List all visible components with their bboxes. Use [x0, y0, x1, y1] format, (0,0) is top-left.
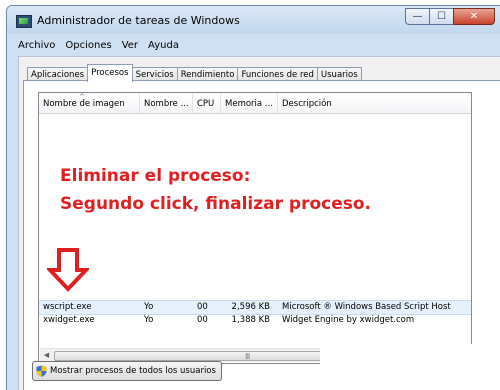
uac-shield-icon	[36, 365, 47, 377]
process-cpu: 00	[197, 315, 208, 325]
client-area: Aplicaciones Procesos Servicios Rendimie…	[18, 56, 500, 390]
tab-procesos[interactable]: Procesos	[87, 64, 133, 82]
maximize-button[interactable]: ☐	[429, 8, 454, 25]
process-cpu: 00	[197, 302, 208, 312]
annotation-line-2: Segundo click, finalizar proceso.	[60, 194, 371, 214]
menu-ver[interactable]: Ver	[122, 40, 138, 51]
table-row[interactable]: wscript.exe Yo 00 2,596 KB Microsoft ® W…	[39, 300, 471, 315]
menu-bar: Archivo Opciones Ver Ayuda	[7, 36, 500, 54]
table-row[interactable]: xwidget.exe Yo 00 1,388 KB Widget Engine…	[39, 314, 471, 327]
process-name: wscript.exe	[43, 302, 92, 312]
close-button[interactable]: ✕	[453, 8, 495, 25]
menu-archivo[interactable]: Archivo	[18, 40, 55, 51]
process-user: Yo	[144, 315, 154, 325]
minimize-button[interactable]: —	[405, 8, 430, 25]
task-manager-icon	[16, 15, 32, 28]
caption-buttons: — ☐ ✕	[405, 8, 495, 25]
sort-ascending-icon: ^	[79, 93, 85, 101]
process-description: Widget Engine by xwidget.com	[282, 315, 415, 325]
column-header: Nombre de imagen ^ Nombre ... CPU Memori…	[39, 93, 471, 114]
menu-ayuda[interactable]: Ayuda	[148, 40, 179, 51]
blank-area	[320, 344, 500, 389]
scrollbar-grip-icon: ||||	[245, 353, 250, 360]
show-all-processes-button[interactable]: Mostrar procesos de todos los usuarios	[32, 361, 222, 381]
title-bar[interactable]: Administrador de tareas de Windows — ☐ ✕	[7, 6, 500, 34]
menu-opciones[interactable]: Opciones	[65, 40, 111, 51]
window-title: Administrador de tareas de Windows	[37, 14, 240, 27]
column-cpu[interactable]: CPU	[193, 93, 221, 113]
process-description: Microsoft ® Windows Based Script Host	[282, 302, 451, 312]
show-all-processes-label: Mostrar procesos de todos los usuarios	[50, 366, 216, 376]
process-list[interactable]: Nombre de imagen ^ Nombre ... CPU Memori…	[38, 92, 472, 364]
column-nombre-usuario[interactable]: Nombre ...	[140, 93, 193, 113]
column-nombre-de-imagen[interactable]: Nombre de imagen	[39, 93, 140, 113]
down-arrow-icon	[47, 248, 89, 292]
process-name: xwidget.exe	[43, 315, 95, 325]
process-user: Yo	[144, 302, 154, 312]
annotation-line-1: Eliminar el proceso:	[60, 166, 251, 186]
column-memoria[interactable]: Memoria ...	[221, 93, 278, 113]
process-memory: 1,388 KB	[231, 315, 270, 325]
column-descripcion[interactable]: Descripción	[278, 93, 471, 113]
process-memory: 2,596 KB	[231, 302, 270, 312]
